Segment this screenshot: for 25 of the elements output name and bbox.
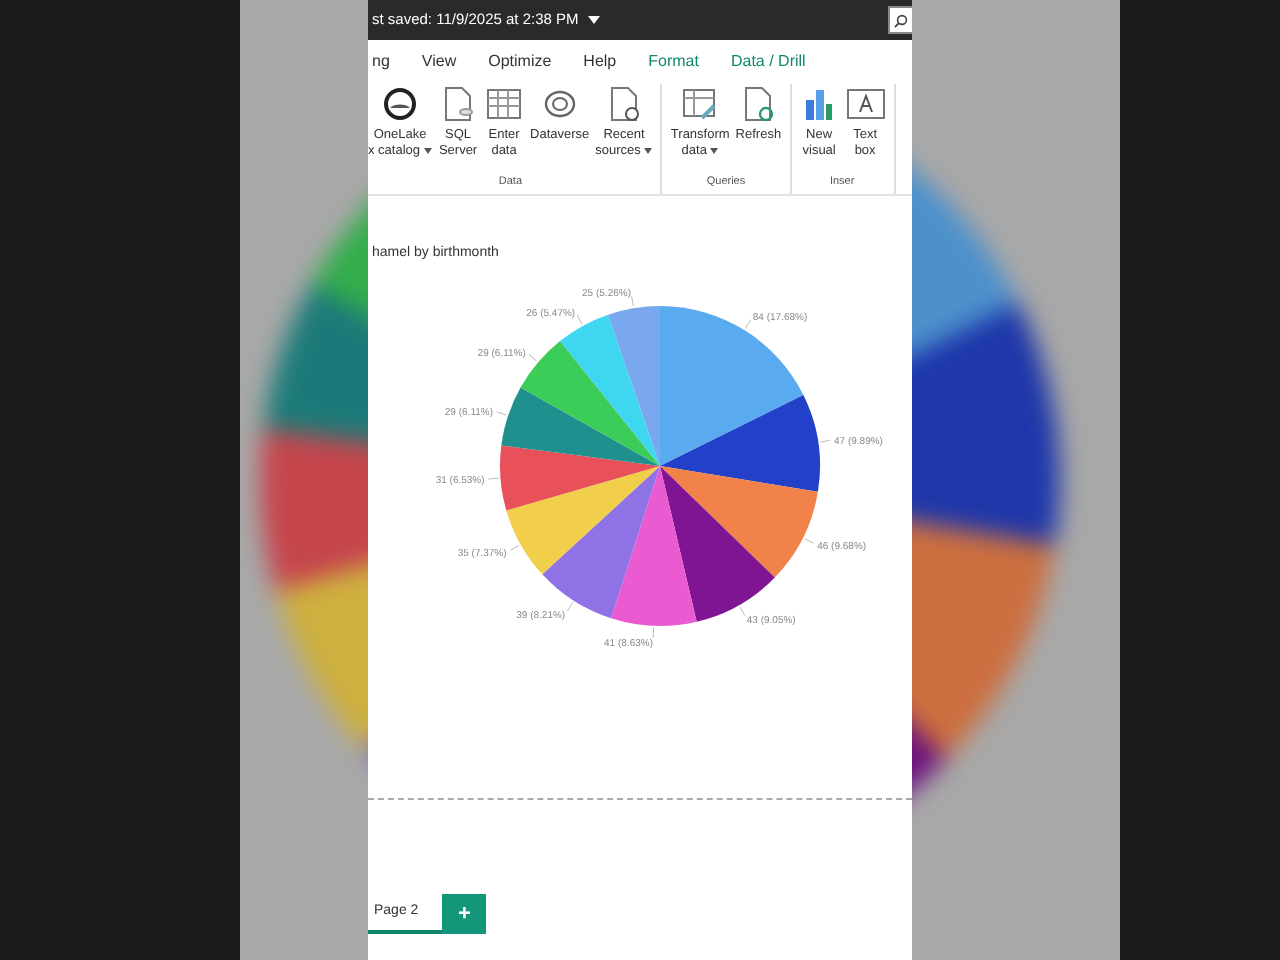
menu-tab[interactable]: View xyxy=(421,50,457,74)
caret-icon[interactable] xyxy=(588,16,601,24)
menu-tab[interactable]: Optimize xyxy=(488,50,552,74)
leader-line xyxy=(496,411,507,416)
leader-line xyxy=(652,627,655,639)
leader-line xyxy=(576,314,583,325)
leader-line xyxy=(487,477,499,480)
leader-line xyxy=(566,601,574,612)
search-icon xyxy=(894,13,908,27)
menu-tab[interactable]: Help xyxy=(583,50,617,74)
leader-line xyxy=(744,319,752,329)
search-field[interactable] xyxy=(888,6,912,34)
table-icon xyxy=(484,84,525,124)
add-page-button[interactable]: + xyxy=(442,894,487,934)
leader-line xyxy=(819,439,831,443)
leader-line xyxy=(509,544,520,551)
menu-tab[interactable]: Data / Drill xyxy=(730,50,806,74)
leader-line xyxy=(804,538,815,544)
text-box-icon xyxy=(845,84,886,124)
leader-line xyxy=(739,606,746,617)
menu-tab[interactable]: Format xyxy=(648,50,699,74)
leader-line xyxy=(631,295,634,307)
menu-tab[interactable]: ng xyxy=(372,50,390,74)
leader-line xyxy=(528,354,538,362)
table-pencil-icon xyxy=(680,84,721,124)
